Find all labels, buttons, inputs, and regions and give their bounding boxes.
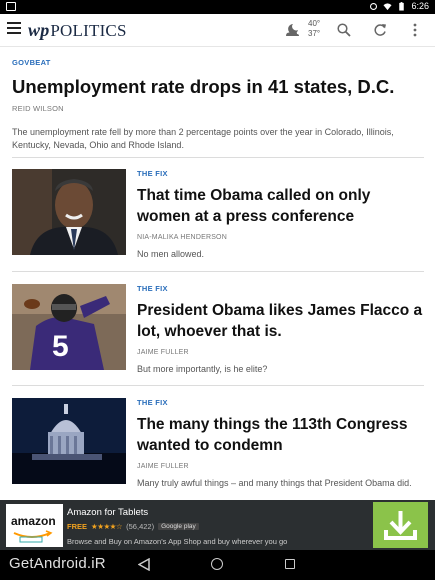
story-byline: JAIME FULLER <box>137 349 189 356</box>
rating-count: (56,422) <box>126 522 155 531</box>
svg-text:5: 5 <box>52 330 69 363</box>
story-byline: JAIME FULLER <box>137 463 189 470</box>
divider <box>12 385 424 386</box>
recent-apps-icon[interactable] <box>285 559 295 569</box>
home-icon[interactable] <box>211 558 223 570</box>
screenshot-notification-icon <box>6 2 16 11</box>
temp-low: 37° <box>308 29 321 38</box>
refresh-icon[interactable] <box>373 23 387 37</box>
watermark: GetAndroid.iR <box>9 555 106 572</box>
ad-title: Amazon for Tablets <box>67 507 149 518</box>
cart-icon <box>13 530 53 543</box>
ad-brand-name: amazon <box>11 514 56 528</box>
story-headline[interactable]: The many things the 113th Congress wante… <box>137 414 424 456</box>
menu-icon[interactable] <box>7 22 21 36</box>
story-card[interactable]: 5 THE FIX President Obama likes James Fl… <box>12 284 424 384</box>
temperature: 40° 37° <box>308 19 320 39</box>
rating-stars: ★★★★☆ <box>91 522 123 531</box>
story-card[interactable]: THE FIX That time Obama called on only w… <box>12 169 424 269</box>
story-dek: Many truly awful things – and many thing… <box>137 478 412 488</box>
story-byline: NIA-MALIKA HENDERSON <box>137 234 227 241</box>
lead-story[interactable]: GOVBEAT Unemployment rate drops in 41 st… <box>12 58 424 152</box>
search-icon[interactable] <box>337 23 351 37</box>
ad-banner[interactable]: amazon Amazon for Tablets FREE ★★★★☆ (56… <box>0 500 435 550</box>
battery-icon <box>399 1 405 11</box>
story-headline[interactable]: Unemployment rate drops in 41 states, D.… <box>12 76 424 98</box>
more-vert-icon[interactable] <box>413 23 417 37</box>
divider <box>12 157 424 158</box>
logo-mark: wp <box>28 20 50 40</box>
ad-description: Browse and Buy on Amazon's App Shop and … <box>67 537 288 546</box>
story-thumbnail[interactable]: 5 <box>12 284 126 370</box>
sync-icon <box>370 2 378 10</box>
download-button[interactable] <box>373 502 428 548</box>
story-kicker[interactable]: THE FIX <box>137 398 424 407</box>
wifi-icon <box>383 2 393 10</box>
clock: 6:26 <box>411 1 429 11</box>
divider <box>12 271 424 272</box>
system-nav-bar: GetAndroid.iR <box>0 550 435 580</box>
story-headline[interactable]: That time Obama called on only women at … <box>137 185 424 227</box>
ad-meta: FREE ★★★★☆ (56,422) Google play <box>67 522 199 531</box>
story-kicker[interactable]: GOVBEAT <box>12 58 424 67</box>
temp-high: 40° <box>308 19 321 28</box>
story-thumbnail[interactable] <box>12 398 126 484</box>
story-headline[interactable]: President Obama likes James Flacco a lot… <box>137 300 424 342</box>
story-kicker[interactable]: THE FIX <box>137 284 424 293</box>
app-bar: wpPOLITICS 40° 37° <box>0 14 435 47</box>
story-dek: The unemployment rate fell by more than … <box>12 127 394 150</box>
story-dek: No men allowed. <box>137 249 205 259</box>
story-card[interactable]: THE FIX The many things the 113th Congre… <box>12 398 424 498</box>
status-bar: 6:26 <box>0 0 435 14</box>
ad-price: FREE <box>67 522 88 531</box>
moon-cloud-icon <box>286 24 299 36</box>
google-play-badge: Google play <box>158 523 199 530</box>
story-dek: But more importantly, is he elite? <box>137 364 268 374</box>
download-icon <box>384 511 417 540</box>
story-thumbnail[interactable] <box>12 169 126 255</box>
ad-brand-logo[interactable]: amazon <box>6 504 63 547</box>
story-kicker[interactable]: THE FIX <box>137 169 424 178</box>
section-logo[interactable]: wpPOLITICS <box>28 20 127 41</box>
story-byline: REID WILSON <box>12 104 64 113</box>
back-icon[interactable] <box>138 558 150 571</box>
section-name: POLITICS <box>50 21 127 40</box>
